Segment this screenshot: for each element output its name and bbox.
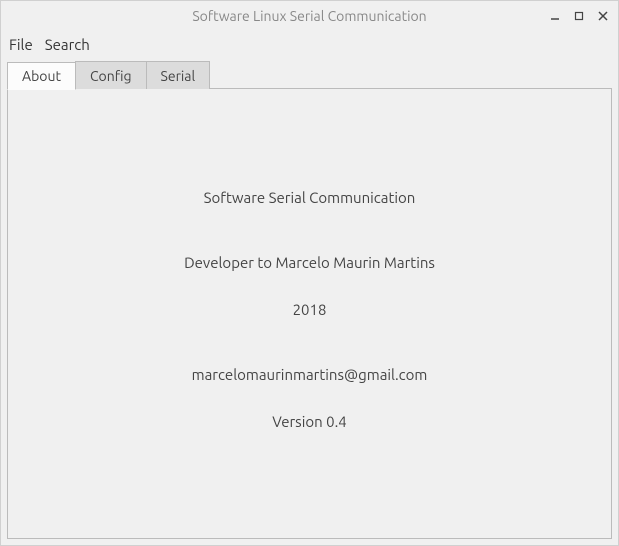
- window-title: Software Linux Serial Communication: [192, 8, 426, 24]
- menu-file[interactable]: File: [9, 36, 33, 53]
- about-year: 2018: [293, 301, 327, 318]
- about-content: Software Serial Communication Developer …: [8, 89, 611, 430]
- about-developer: Developer to Marcelo Maurin Martins: [184, 254, 435, 271]
- tab-strip: About Config Serial: [7, 61, 612, 89]
- minimize-button[interactable]: [548, 9, 562, 23]
- about-version: Version 0.4: [272, 413, 347, 430]
- maximize-button[interactable]: [572, 9, 586, 23]
- about-email: marcelomaurinmartins@gmail.com: [192, 366, 428, 383]
- menubar: File Search: [1, 31, 618, 57]
- app-window: Software Linux Serial Communication File…: [0, 0, 619, 546]
- tabs-container: About Config Serial Software Serial Comm…: [1, 57, 618, 545]
- menu-search[interactable]: Search: [45, 36, 90, 53]
- window-controls: [548, 1, 610, 31]
- tab-serial[interactable]: Serial: [146, 61, 211, 89]
- about-title: Software Serial Communication: [204, 189, 416, 206]
- close-button[interactable]: [596, 9, 610, 23]
- titlebar: Software Linux Serial Communication: [1, 1, 618, 31]
- tab-config[interactable]: Config: [75, 61, 147, 89]
- tab-about[interactable]: About: [7, 62, 76, 90]
- tab-panel-about: Software Serial Communication Developer …: [7, 88, 612, 539]
